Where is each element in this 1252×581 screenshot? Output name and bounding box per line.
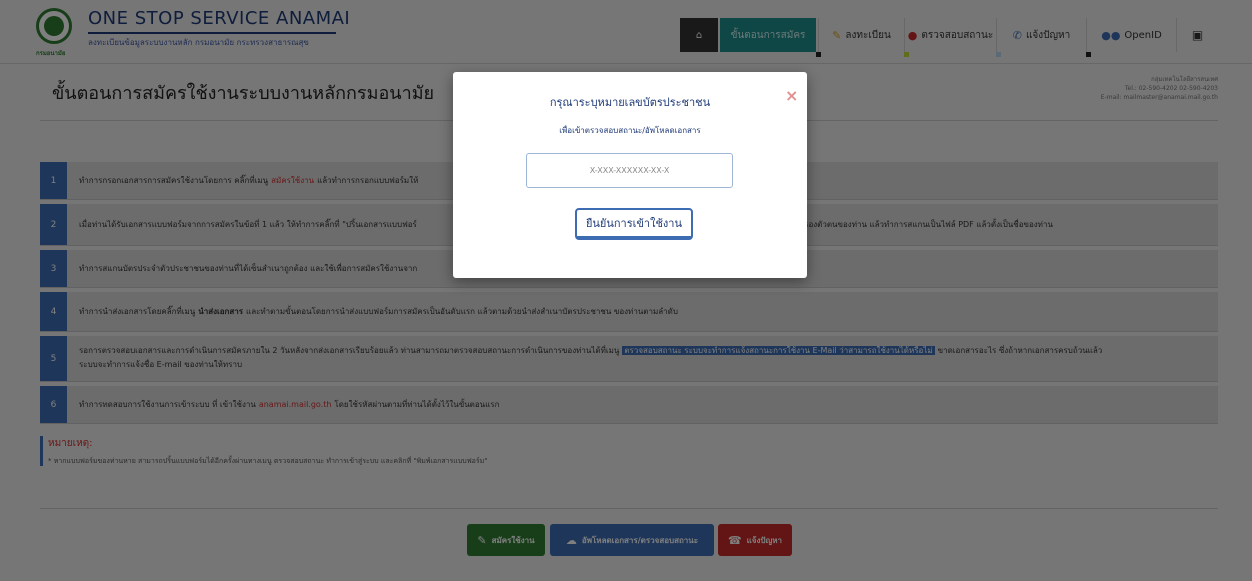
citizen-id-input[interactable]	[526, 153, 733, 188]
modal-subtitle: เพื่อเข้าตรวจสอบสถานะ/อัพโหลดเอกสาร	[559, 126, 701, 135]
id-card-modal: กรุณาระบุหมายเลขบัตรประชาชน × เพื่อเข้าต…	[453, 72, 807, 278]
confirm-login-button[interactable]: ยืนยันการเข้าใช้งาน	[575, 208, 693, 240]
modal-title: กรุณาระบุหมายเลขบัตรประชาชน	[549, 96, 711, 109]
close-icon[interactable]: ×	[785, 86, 798, 105]
